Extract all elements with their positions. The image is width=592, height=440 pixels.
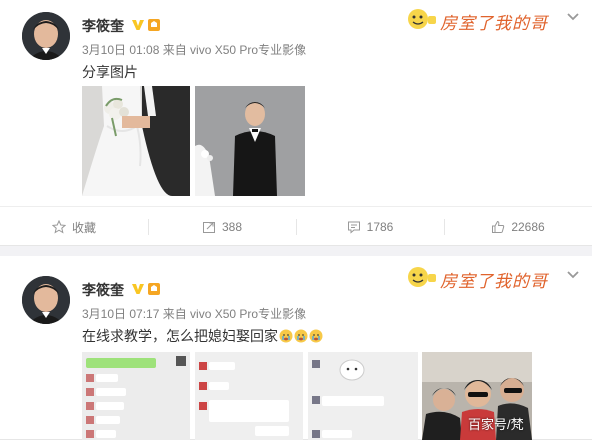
post-image-chat-1[interactable] (82, 352, 190, 440)
author-avatar[interactable] (22, 12, 70, 60)
repost-button[interactable]: 388 (148, 207, 296, 247)
post-image-chat-2[interactable] (195, 352, 303, 440)
post-meta: 3月10日 07:17 来自 vivo X50 Pro专业影像 (82, 307, 307, 321)
author-name[interactable]: 李筱奎 (82, 280, 124, 300)
like-button[interactable]: 22686 (444, 207, 592, 247)
fan-badge-text: 房室了我的哥 (440, 272, 548, 292)
repost-count: 388 (221, 220, 243, 234)
repost-icon (202, 222, 215, 233)
membership-icon (148, 283, 160, 295)
weibo-post-2: 李筱奎 房室了我的哥 3月10日 07:17 来自 vivo X50 Pro专业… (0, 256, 592, 440)
author-avatar[interactable] (22, 276, 70, 324)
post-text-content: 在线求教学，怎么把媳妇娶回家 (82, 328, 278, 344)
author-name[interactable]: 李筱奎 (82, 16, 124, 36)
post-image-wedding[interactable] (82, 86, 190, 196)
comment-count: 1786 (366, 220, 394, 234)
favorite-label: 收藏 (71, 220, 96, 235)
post-toolbar: 收藏 388 1786 22686 (0, 206, 592, 246)
crying-emoji-icon (309, 329, 323, 343)
verified-icon (132, 20, 144, 30)
chevron-down-icon[interactable] (566, 270, 580, 280)
like-count: 22686 (511, 220, 545, 234)
verified-icon (132, 284, 144, 294)
fan-badge-text: 房室了我的哥 (440, 14, 548, 34)
post-text: 分享图片 (82, 64, 138, 80)
watermark: 百家号/梵 (468, 417, 524, 432)
comment-button[interactable]: 1786 (296, 207, 444, 247)
thumbs-up-icon (492, 220, 505, 233)
chevron-down-icon[interactable] (566, 12, 580, 22)
post-text: 在线求教学，怎么把媳妇娶回家 (82, 326, 323, 346)
star-icon (51, 220, 66, 234)
crying-emoji-icon (279, 329, 293, 343)
post-image-chat-3[interactable] (308, 352, 418, 440)
membership-icon (148, 19, 160, 31)
favorite-button[interactable]: 收藏 (0, 207, 148, 247)
crying-emoji-icon (294, 329, 308, 343)
post-meta: 3月10日 01:08 来自 vivo X50 Pro专业影像 (82, 43, 307, 57)
fan-badge: 房室了我的哥 (404, 2, 554, 36)
fan-badge: 房室了我的哥 (404, 260, 554, 294)
post-image-portrait[interactable] (195, 86, 305, 196)
weibo-post-1: 李筱奎 房室了我的哥 3月10日 01:08 来自 vivo X50 Pro专业… (0, 0, 592, 246)
comment-icon (347, 221, 360, 234)
